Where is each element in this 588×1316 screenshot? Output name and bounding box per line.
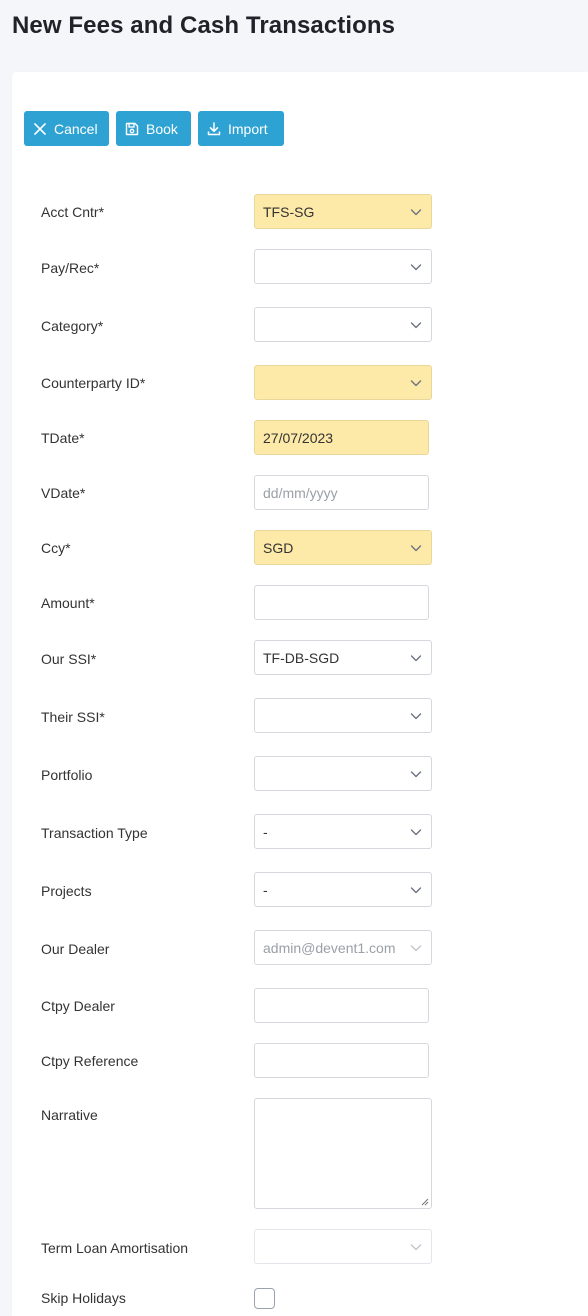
acct-cntr-value: TFS-SG <box>263 203 315 220</box>
import-button-label: Import <box>228 120 268 137</box>
transaction-type-select[interactable]: - <box>254 814 432 849</box>
their-ssi-select[interactable] <box>254 698 432 733</box>
cancel-button-label: Cancel <box>54 120 98 137</box>
our-ssi-select[interactable]: TF-DB-SGD <box>254 640 432 675</box>
amount-input[interactable] <box>254 585 429 620</box>
ccy-select[interactable]: SGD <box>254 530 432 565</box>
chevron-down-icon <box>409 318 423 332</box>
vdate-input[interactable]: dd/mm/yyyy <box>254 475 429 510</box>
ctpy-dealer-input[interactable] <box>254 988 429 1023</box>
their-ssi-label: Their SSI* <box>41 709 105 725</box>
resize-handle-icon[interactable] <box>420 1197 429 1206</box>
portfolio-label: Portfolio <box>41 767 93 783</box>
chevron-down-icon <box>409 651 423 665</box>
category-label: Category* <box>41 318 104 334</box>
tdate-value: 27/07/2023 <box>263 429 334 446</box>
our-dealer-label: Our Dealer <box>41 941 110 957</box>
amount-label: Amount* <box>41 595 95 611</box>
tdate-input[interactable]: 27/07/2023 <box>254 420 429 455</box>
chevron-down-icon <box>409 205 423 219</box>
our-dealer-select: admin@devent1.com <box>254 930 432 965</box>
our-dealer-value: admin@devent1.com <box>263 939 396 956</box>
projects-label: Projects <box>41 883 92 899</box>
toolbar: Cancel Book Import <box>24 111 284 146</box>
portfolio-select[interactable] <box>254 756 432 791</box>
ctpy-reference-input[interactable] <box>254 1043 429 1078</box>
book-button-label: Book <box>146 120 178 137</box>
skip-holidays-label: Skip Holidays <box>41 1290 126 1306</box>
chevron-down-icon <box>409 767 423 781</box>
counterparty-id-label: Counterparty ID* <box>41 375 146 391</box>
projects-select[interactable]: - <box>254 872 432 907</box>
vdate-label: VDate* <box>41 485 86 501</box>
chevron-down-icon <box>409 825 423 839</box>
transaction-type-label: Transaction Type <box>41 825 148 841</box>
transaction-type-value: - <box>263 823 268 840</box>
book-button[interactable]: Book <box>116 111 191 146</box>
chevron-down-icon <box>409 1240 423 1254</box>
ccy-value: SGD <box>263 539 294 556</box>
term-loan-amortisation-label: Term Loan Amortisation <box>41 1240 189 1256</box>
chevron-down-icon <box>409 260 423 274</box>
cancel-button[interactable]: Cancel <box>24 111 109 146</box>
chevron-down-icon <box>409 883 423 897</box>
our-ssi-value: TF-DB-SGD <box>263 649 340 666</box>
skip-holidays-checkbox[interactable] <box>254 1288 275 1309</box>
counterparty-id-select[interactable] <box>254 365 432 400</box>
ctpy-dealer-label: Ctpy Dealer <box>41 998 115 1014</box>
ccy-label: Ccy* <box>41 540 71 556</box>
term-loan-amortisation-select[interactable] <box>254 1229 432 1264</box>
ctpy-reference-label: Ctpy Reference <box>41 1053 139 1069</box>
page-title: New Fees and Cash Transactions <box>12 12 396 39</box>
close-icon <box>32 121 48 137</box>
download-icon <box>206 121 222 137</box>
form-card: Cancel Book Import Acct Cntr* TFS-SG Pay… <box>12 72 588 1316</box>
pay-rec-select[interactable] <box>254 249 432 284</box>
acct-cntr-label: Acct Cntr* <box>41 204 105 220</box>
narrative-label: Narrative <box>41 1107 98 1123</box>
category-select[interactable] <box>254 307 432 342</box>
chevron-down-icon <box>409 941 423 955</box>
import-button[interactable]: Import <box>198 111 284 146</box>
pay-rec-label: Pay/Rec* <box>41 260 100 276</box>
vdate-placeholder: dd/mm/yyyy <box>263 484 338 501</box>
chevron-down-icon <box>409 709 423 723</box>
chevron-down-icon <box>409 376 423 390</box>
tdate-label: TDate* <box>41 430 85 446</box>
save-icon <box>124 121 140 137</box>
our-ssi-label: Our SSI* <box>41 651 97 667</box>
chevron-down-icon <box>409 541 423 555</box>
projects-value: - <box>263 881 268 898</box>
narrative-textarea[interactable] <box>254 1098 432 1209</box>
acct-cntr-select[interactable]: TFS-SG <box>254 194 432 229</box>
